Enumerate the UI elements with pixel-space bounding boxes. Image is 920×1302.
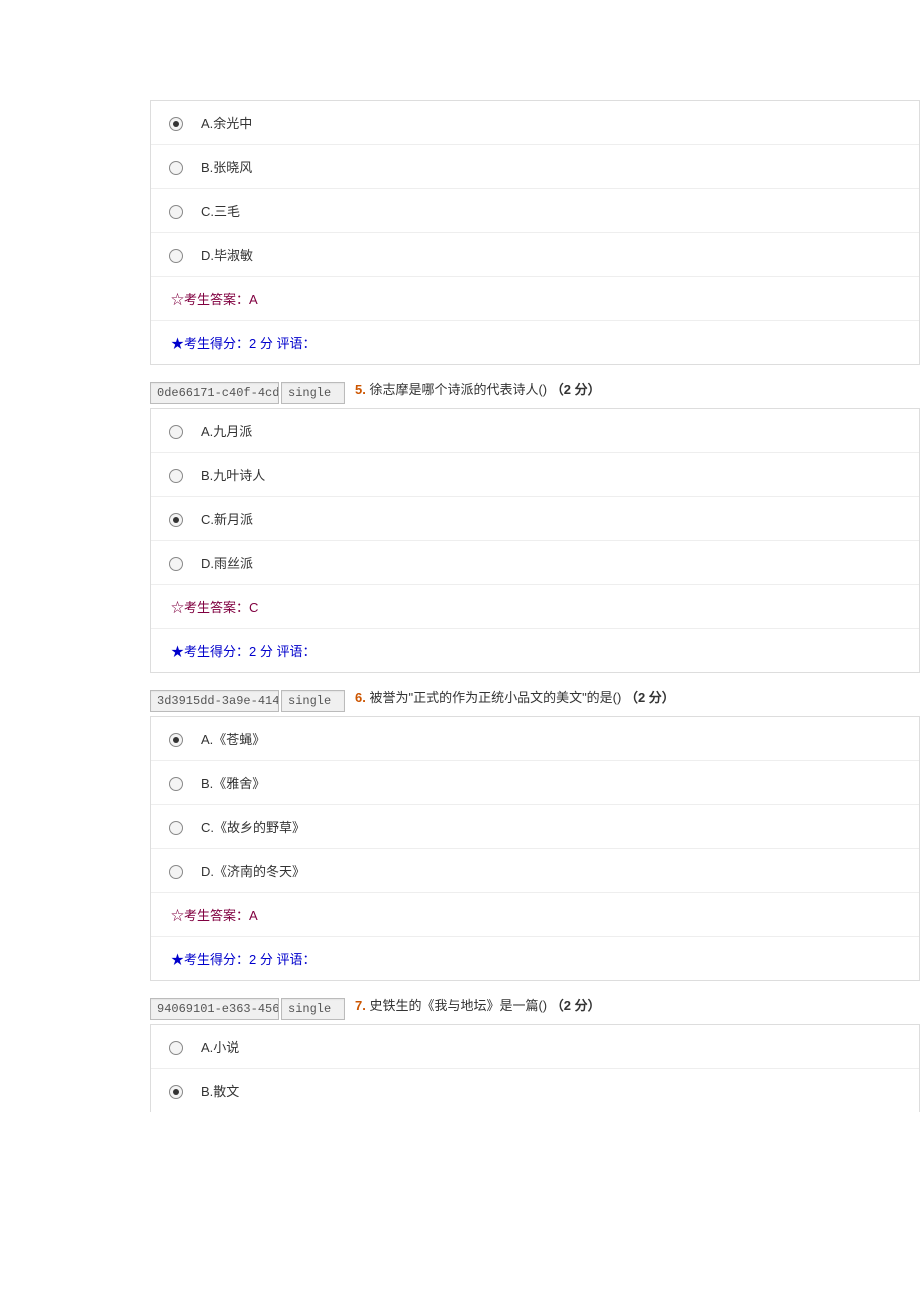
- option-row[interactable]: A.《苍蝇》: [151, 717, 919, 761]
- question-type-input[interactable]: single: [281, 998, 345, 1020]
- question-id-input[interactable]: 3d3915dd-3a9e-414: [150, 690, 279, 712]
- radio-icon[interactable]: [169, 425, 183, 439]
- option-row[interactable]: C.《故乡的野草》: [151, 805, 919, 849]
- student-answer: ☆考生答案：A: [151, 893, 919, 937]
- question-number: 5.: [355, 382, 366, 397]
- radio-icon[interactable]: [169, 733, 183, 747]
- question-4-block: A.余光中 B.张晓风 C.三毛 D.毕淑敏 ☆考生答案：A ★考生得分：2 分…: [150, 100, 920, 365]
- question-number: 7.: [355, 998, 366, 1013]
- radio-icon[interactable]: [169, 469, 183, 483]
- student-answer: ☆考生答案：C: [151, 585, 919, 629]
- option-text: B.《雅舍》: [201, 761, 919, 804]
- question-id-input[interactable]: 94069101-e363-456: [150, 998, 279, 1020]
- question-type-input[interactable]: single: [281, 690, 345, 712]
- option-text: A.余光中: [201, 101, 919, 144]
- option-text: D.《济南的冬天》: [201, 849, 919, 892]
- question-id-input[interactable]: 0de66171-c40f-4cd: [150, 382, 279, 404]
- option-text: B.九叶诗人: [201, 453, 919, 496]
- option-text: A.《苍蝇》: [201, 717, 919, 760]
- option-row[interactable]: D.毕淑敏: [151, 233, 919, 277]
- option-text: A.九月派: [201, 409, 919, 452]
- option-text: C.三毛: [201, 189, 919, 232]
- option-row[interactable]: B.《雅舍》: [151, 761, 919, 805]
- option-row[interactable]: A.小说: [151, 1025, 919, 1069]
- radio-icon[interactable]: [169, 513, 183, 527]
- option-row[interactable]: C.三毛: [151, 189, 919, 233]
- page-content: A.余光中 B.张晓风 C.三毛 D.毕淑敏 ☆考生答案：A ★考生得分：2 分…: [150, 0, 920, 1112]
- question-points: （2 分）: [625, 690, 675, 705]
- radio-icon[interactable]: [169, 1041, 183, 1055]
- radio-icon[interactable]: [169, 821, 183, 835]
- radio-icon[interactable]: [169, 777, 183, 791]
- option-text: C.新月派: [201, 497, 919, 540]
- question-5-header: 0de66171-c40f-4cd single 5. 徐志摩是哪个诗派的代表诗…: [150, 373, 920, 404]
- option-row[interactable]: A.余光中: [151, 101, 919, 145]
- student-score: ★考生得分：2 分 评语：: [151, 629, 919, 672]
- question-text: 6. 被誉为"正式的作为正统小品文的美文"的是() （2 分）: [345, 681, 920, 712]
- student-answer: ☆考生答案：A: [151, 277, 919, 321]
- option-text: A.小说: [201, 1025, 919, 1068]
- option-row[interactable]: B.散文: [151, 1069, 919, 1112]
- option-text: C.《故乡的野草》: [201, 805, 919, 848]
- question-points: （2 分）: [551, 998, 601, 1013]
- option-row[interactable]: A.九月派: [151, 409, 919, 453]
- student-score: ★考生得分：2 分 评语：: [151, 321, 919, 364]
- option-row[interactable]: C.新月派: [151, 497, 919, 541]
- question-number: 6.: [355, 690, 366, 705]
- question-stem: 徐志摩是哪个诗派的代表诗人(): [366, 382, 551, 397]
- option-row[interactable]: B.九叶诗人: [151, 453, 919, 497]
- question-6-header: 3d3915dd-3a9e-414 single 6. 被誉为"正式的作为正统小…: [150, 681, 920, 712]
- question-points: （2 分）: [551, 382, 601, 397]
- option-text: B.张晓风: [201, 145, 919, 188]
- question-7-block: A.小说 B.散文: [150, 1024, 920, 1112]
- question-text: 5. 徐志摩是哪个诗派的代表诗人() （2 分）: [345, 373, 920, 404]
- question-5-block: A.九月派 B.九叶诗人 C.新月派 D.雨丝派 ☆考生答案：C ★考生得分：2…: [150, 408, 920, 673]
- question-type-input[interactable]: single: [281, 382, 345, 404]
- question-7-header: 94069101-e363-456 single 7. 史铁生的《我与地坛》是一…: [150, 989, 920, 1020]
- radio-icon[interactable]: [169, 117, 183, 131]
- question-stem: 史铁生的《我与地坛》是一篇(): [366, 998, 551, 1013]
- radio-icon[interactable]: [169, 865, 183, 879]
- radio-icon[interactable]: [169, 249, 183, 263]
- question-stem: 被誉为"正式的作为正统小品文的美文"的是(): [366, 690, 625, 705]
- option-text: D.毕淑敏: [201, 233, 919, 276]
- question-6-block: A.《苍蝇》 B.《雅舍》 C.《故乡的野草》 D.《济南的冬天》 ☆考生答案：…: [150, 716, 920, 981]
- radio-icon[interactable]: [169, 205, 183, 219]
- radio-icon[interactable]: [169, 1085, 183, 1099]
- option-text: D.雨丝派: [201, 541, 919, 584]
- option-row[interactable]: D.雨丝派: [151, 541, 919, 585]
- radio-icon[interactable]: [169, 161, 183, 175]
- option-row[interactable]: D.《济南的冬天》: [151, 849, 919, 893]
- student-score: ★考生得分：2 分 评语：: [151, 937, 919, 980]
- question-text: 7. 史铁生的《我与地坛》是一篇() （2 分）: [345, 989, 920, 1020]
- radio-icon[interactable]: [169, 557, 183, 571]
- option-row[interactable]: B.张晓风: [151, 145, 919, 189]
- option-text: B.散文: [201, 1069, 919, 1112]
